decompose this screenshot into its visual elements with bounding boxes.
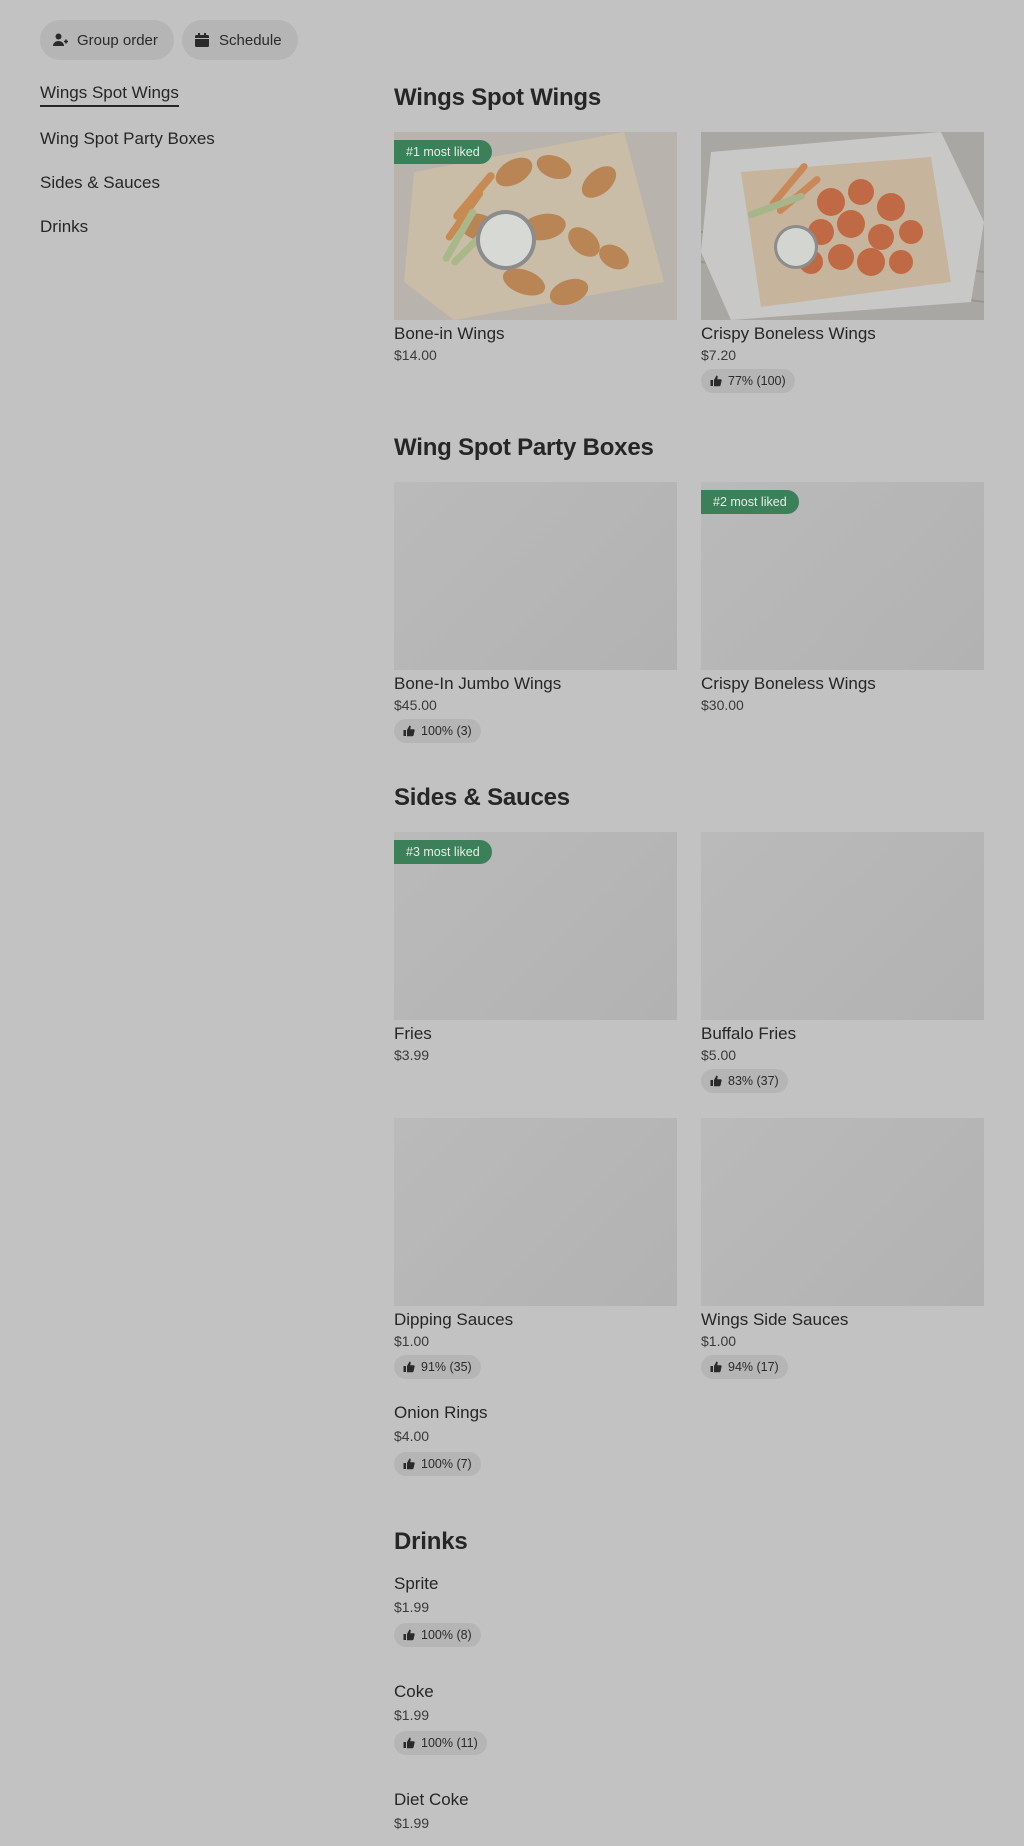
section-title-party-boxes: Wing Spot Party Boxes — [394, 434, 654, 461]
thumbs-up-icon — [403, 1458, 415, 1470]
store-menu-page: Group order Schedule Wings Spot Wings Wi… — [0, 0, 1024, 1846]
rating-pill: 91% (35) — [394, 1355, 481, 1379]
rating-pill: 100% (11) — [394, 1731, 487, 1755]
group-order-label: Group order — [77, 31, 158, 49]
most-liked-badge: #2 most liked — [701, 490, 799, 514]
item-name: Wings Side Sauces — [701, 1310, 849, 1329]
rating-text: 94% (17) — [728, 1360, 779, 1374]
schedule-label: Schedule — [219, 31, 282, 49]
rating-text: 91% (35) — [421, 1360, 472, 1374]
item-name: Onion Rings — [394, 1403, 488, 1422]
menu-item-row[interactable]: Onion Rings $4.00 100% (7) — [394, 1403, 488, 1476]
item-price: $1.99 — [394, 1707, 430, 1723]
rating-pill: 100% (3) — [394, 719, 481, 743]
rating-text: 100% (8) — [421, 1628, 472, 1642]
menu-item-card[interactable]: #2 most liked Crispy Boneless Wings $30.… — [701, 482, 984, 713]
rating-pill: 100% (8) — [394, 1623, 481, 1647]
item-name: Buffalo Fries — [701, 1024, 797, 1043]
item-price: $5.00 — [701, 1047, 737, 1063]
section-title-drinks: Drinks — [394, 1528, 468, 1555]
item-image — [394, 482, 677, 670]
person-add-icon — [52, 32, 68, 48]
rating-pill: 100% (7) — [394, 1452, 481, 1476]
calendar-icon — [194, 32, 210, 48]
boneless-wings-photo — [701, 132, 984, 320]
thumbs-up-icon — [710, 1075, 722, 1087]
menu-item-card[interactable]: #3 most liked Fries $3.99 — [394, 832, 677, 1063]
sidebar-item-wings-spot-wings[interactable]: Wings Spot Wings — [40, 83, 179, 107]
thumbs-up-icon — [403, 1737, 415, 1749]
item-name: Dipping Sauces — [394, 1310, 514, 1329]
most-liked-badge: #3 most liked — [394, 840, 492, 864]
schedule-button[interactable]: Schedule — [182, 20, 298, 60]
item-name: Crispy Boneless Wings — [701, 324, 876, 343]
sidebar-item-sides-sauces[interactable]: Sides & Sauces — [40, 173, 160, 193]
rating-text: 83% (37) — [728, 1074, 779, 1088]
menu-item-card[interactable]: Crispy Boneless Wings $7.20 77% (100) — [701, 132, 984, 393]
menu-item-card[interactable]: Bone-In Jumbo Wings $45.00 100% (3) — [394, 482, 677, 743]
item-price: $1.00 — [394, 1333, 430, 1349]
item-price: $30.00 — [701, 697, 744, 713]
rating-text: 100% (11) — [421, 1736, 478, 1750]
item-name: Crispy Boneless Wings — [701, 674, 876, 693]
menu-item-row[interactable]: Coke $1.99 100% (11) — [394, 1682, 487, 1755]
section-title-wings: Wings Spot Wings — [394, 84, 602, 111]
item-price: $1.99 — [394, 1599, 430, 1615]
thumbs-up-icon — [710, 1361, 722, 1373]
item-image — [701, 832, 984, 1020]
rating-text: 100% (3) — [421, 724, 472, 738]
item-name: Bone-in Wings — [394, 324, 505, 343]
item-name: Bone-In Jumbo Wings — [394, 674, 562, 693]
item-name: Diet Coke — [394, 1790, 469, 1809]
menu-item-card[interactable]: Dipping Sauces $1.00 91% (35) — [394, 1118, 677, 1379]
thumbs-up-icon — [403, 725, 415, 737]
menu-item-row[interactable]: Diet Coke $1.99 — [394, 1790, 469, 1831]
thumbs-up-icon — [403, 1361, 415, 1373]
item-image — [701, 1118, 984, 1306]
rating-pill: 94% (17) — [701, 1355, 788, 1379]
rating-pill: 77% (100) — [701, 369, 795, 393]
rating-text: 77% (100) — [728, 374, 786, 388]
rating-text: 100% (7) — [421, 1457, 472, 1471]
item-price: $3.99 — [394, 1047, 430, 1063]
most-liked-badge: #1 most liked — [394, 140, 492, 164]
item-image: #1 most liked — [394, 132, 677, 320]
item-name: Fries — [394, 1024, 432, 1043]
menu-item-row[interactable]: Sprite $1.99 100% (8) — [394, 1574, 481, 1647]
thumbs-up-icon — [403, 1629, 415, 1641]
menu-item-card[interactable]: Wings Side Sauces $1.00 94% (17) — [701, 1118, 984, 1379]
rating-pill: 83% (37) — [701, 1069, 788, 1093]
menu-item-card[interactable]: Buffalo Fries $5.00 83% (37) — [701, 832, 984, 1093]
item-price: $4.00 — [394, 1428, 430, 1444]
sidebar-item-drinks[interactable]: Drinks — [40, 217, 88, 237]
item-price: $1.99 — [394, 1815, 430, 1831]
item-price: $14.00 — [394, 347, 437, 363]
item-name: Coke — [394, 1682, 434, 1701]
item-price: $45.00 — [394, 697, 437, 713]
group-order-button[interactable]: Group order — [40, 20, 174, 60]
sidebar-item-party-boxes[interactable]: Wing Spot Party Boxes — [40, 129, 215, 149]
item-image — [701, 132, 984, 320]
section-title-sides-sauces: Sides & Sauces — [394, 784, 570, 811]
item-image: #3 most liked — [394, 832, 677, 1020]
thumbs-up-icon — [710, 375, 722, 387]
item-image: #2 most liked — [701, 482, 984, 670]
item-price: $7.20 — [701, 347, 737, 363]
item-image — [394, 1118, 677, 1306]
item-name: Sprite — [394, 1574, 439, 1593]
menu-item-card[interactable]: #1 most liked Bone-in Wings $14.00 — [394, 132, 677, 363]
item-price: $1.00 — [701, 1333, 737, 1349]
